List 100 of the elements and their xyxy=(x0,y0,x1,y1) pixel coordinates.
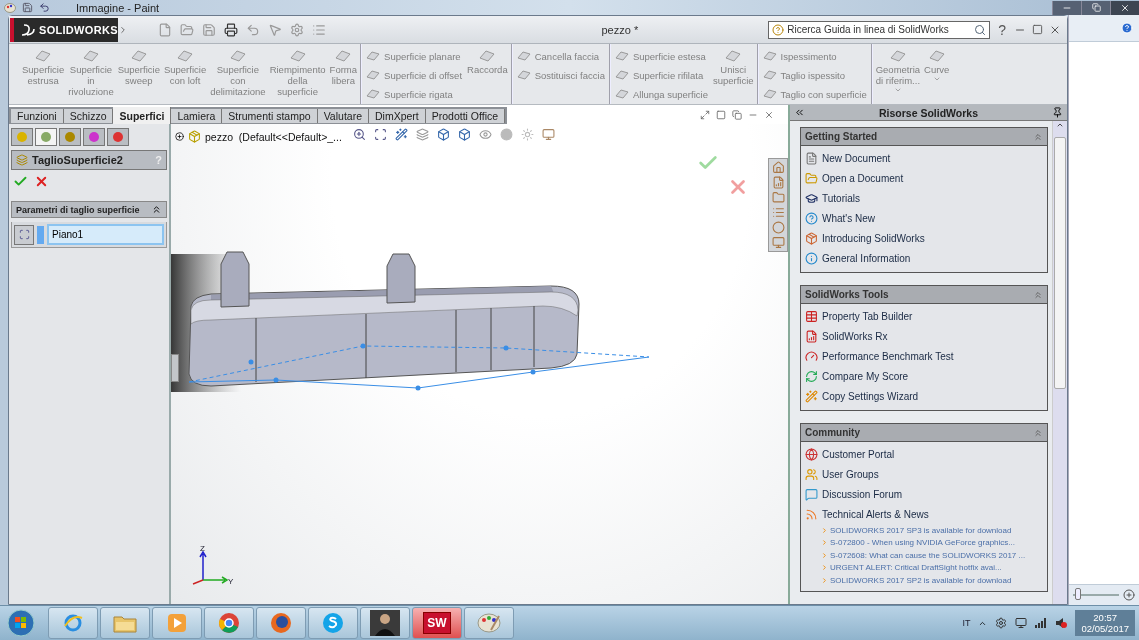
search-field[interactable]: Ricerca Guida in linea di SolidWorks xyxy=(768,20,991,39)
resource-link[interactable]: Compare My Score xyxy=(805,366,1043,386)
help-icon[interactable] xyxy=(1121,22,1133,34)
resource-link[interactable]: Tutorials xyxy=(805,188,1043,208)
ribbon-button[interactable]: Sostituisci faccia xyxy=(516,67,605,83)
clock[interactable]: 20:57 02/05/2017 xyxy=(1075,610,1135,636)
display-style-icon[interactable] xyxy=(458,128,471,141)
monitor-icon[interactable] xyxy=(771,236,785,249)
search-icon[interactable] xyxy=(974,23,987,36)
cancel-icon[interactable] xyxy=(34,174,49,189)
start-button[interactable] xyxy=(4,607,38,639)
pin-icon[interactable] xyxy=(1052,107,1063,118)
panel-tab[interactable] xyxy=(107,128,129,146)
panel-tab[interactable] xyxy=(59,128,81,146)
list-icon[interactable] xyxy=(771,206,785,219)
news-link[interactable]: S-072608: What can cause the SOLIDWORKS 2017 ... xyxy=(805,549,1043,562)
ribbon-button[interactable]: Superficie di offset xyxy=(366,67,463,83)
search-input[interactable]: Ricerca Guida in linea di SolidWorks xyxy=(787,24,972,35)
zoom-in-icon[interactable] xyxy=(1123,589,1135,601)
scroll-thumb[interactable] xyxy=(1054,137,1066,389)
expand-menu-icon[interactable] xyxy=(118,24,128,35)
undo-icon[interactable] xyxy=(246,22,260,37)
pointer-icon[interactable] xyxy=(268,22,282,37)
language-indicator[interactable]: IT xyxy=(962,618,971,628)
signal-icon[interactable] xyxy=(1035,618,1048,628)
tab[interactable]: Schizzo xyxy=(63,109,114,123)
tray-gear-icon[interactable] xyxy=(995,617,1008,629)
restore-icon[interactable] xyxy=(732,109,742,120)
folder-icon[interactable] xyxy=(771,191,785,204)
print-icon[interactable] xyxy=(224,22,238,37)
ribbon-button[interactable]: Superficie in rivoluzione xyxy=(66,48,116,97)
taskbar-app[interactable]: SW xyxy=(412,607,462,639)
resource-link[interactable]: User Groups xyxy=(805,464,1043,484)
collapse-icon[interactable] xyxy=(151,204,162,215)
ribbon-button[interactable]: Allunga superficie xyxy=(614,86,708,102)
ribbon-button[interactable]: Superficie con delimitazione xyxy=(208,48,268,97)
home-icon[interactable] xyxy=(771,161,785,174)
resource-link[interactable]: Technical Alerts & News xyxy=(805,504,1043,524)
ribbon-button[interactable]: Superficie estrusa xyxy=(20,48,67,86)
ribbon-button[interactable]: Unisci superficie xyxy=(710,48,756,86)
ribbon-button[interactable]: Forma libera xyxy=(327,48,360,86)
minimize-button[interactable] xyxy=(1052,0,1081,15)
maximize-button[interactable] xyxy=(1081,0,1110,15)
expand-icon[interactable] xyxy=(175,132,184,141)
resource-link[interactable]: What's New xyxy=(805,208,1043,228)
ribbon-button[interactable]: Raccorda xyxy=(465,48,510,75)
resource-link[interactable]: Open a Document xyxy=(805,168,1043,188)
close-icon[interactable] xyxy=(764,109,774,120)
zoom-icon[interactable] xyxy=(353,128,366,141)
panel-handle[interactable] xyxy=(171,354,179,382)
taskbar-app[interactable] xyxy=(360,607,410,639)
ribbon-button[interactable]: Superficie rigata xyxy=(366,86,463,102)
maximize-icon[interactable] xyxy=(1032,23,1043,35)
window-icon[interactable] xyxy=(716,109,726,120)
settings-icon[interactable] xyxy=(290,22,304,37)
tab[interactable]: Prodotti Office xyxy=(425,109,506,123)
ribbon-button[interactable]: Superficie rifilata xyxy=(614,67,708,83)
ribbon-button[interactable]: Superficie con loft xyxy=(161,48,209,86)
tab[interactable]: Lamiera xyxy=(171,109,223,123)
library-icon[interactable] xyxy=(771,176,785,189)
resource-link[interactable]: Introducing SolidWorks xyxy=(805,228,1043,248)
resource-link[interactable]: SolidWorks Rx xyxy=(805,326,1043,346)
ribbon-button[interactable]: Taglio con superficie xyxy=(762,86,867,102)
tab[interactable]: Superfici xyxy=(113,107,172,124)
ribbon-button[interactable]: Ispessimento xyxy=(762,48,867,64)
resource-link[interactable]: Copy Settings Wizard xyxy=(805,386,1043,406)
network-icon[interactable] xyxy=(1015,617,1028,629)
section-view-icon[interactable] xyxy=(416,128,429,141)
news-link[interactable]: SOLIDWORKS 2017 SP2 is available for download xyxy=(805,574,1043,587)
zoom-slider[interactable] xyxy=(1073,588,1119,602)
undo-icon[interactable] xyxy=(39,2,50,13)
resource-link[interactable]: Discussion Forum xyxy=(805,484,1043,504)
panel-tab[interactable] xyxy=(35,128,57,146)
slider-thumb[interactable] xyxy=(1075,588,1082,600)
muted-speaker-icon[interactable] xyxy=(1055,617,1068,629)
tab[interactable]: DimXpert xyxy=(369,109,426,123)
save-icon[interactable] xyxy=(22,2,33,13)
save-icon[interactable] xyxy=(202,22,216,37)
tab[interactable]: Strumenti stampo xyxy=(222,109,318,123)
ok-icon[interactable] xyxy=(13,174,28,189)
news-link[interactable]: SOLIDWORKS 2017 SP3 is available for download xyxy=(805,524,1043,537)
resource-link[interactable]: Property Tab Builder xyxy=(805,306,1043,326)
tile-icon[interactable] xyxy=(700,109,710,120)
ribbon-button[interactable]: Superficie sweep xyxy=(115,48,162,86)
ribbon-button[interactable]: Superficie estesa xyxy=(614,48,708,64)
ribbon-button[interactable]: Superficie planare xyxy=(366,48,463,64)
resource-link[interactable]: General Information xyxy=(805,248,1043,268)
appearance-icon[interactable] xyxy=(500,128,513,141)
ribbon-button[interactable]: Curve xyxy=(922,48,952,83)
view-orientation-icon[interactable] xyxy=(437,128,450,141)
scroll-up-icon[interactable] xyxy=(1056,121,1064,129)
news-link[interactable]: URGENT ALERT: Critical DraftSight hotfix avai... xyxy=(805,561,1043,574)
color-icon[interactable] xyxy=(771,221,785,234)
view-settings-icon[interactable] xyxy=(542,128,555,141)
help-button[interactable]: ? xyxy=(998,21,1006,38)
previous-view-icon[interactable] xyxy=(395,128,408,141)
panel-tab[interactable] xyxy=(11,128,33,146)
close-button[interactable] xyxy=(1110,0,1139,15)
selection-button[interactable] xyxy=(14,224,34,245)
hide-show-icon[interactable] xyxy=(479,128,492,141)
